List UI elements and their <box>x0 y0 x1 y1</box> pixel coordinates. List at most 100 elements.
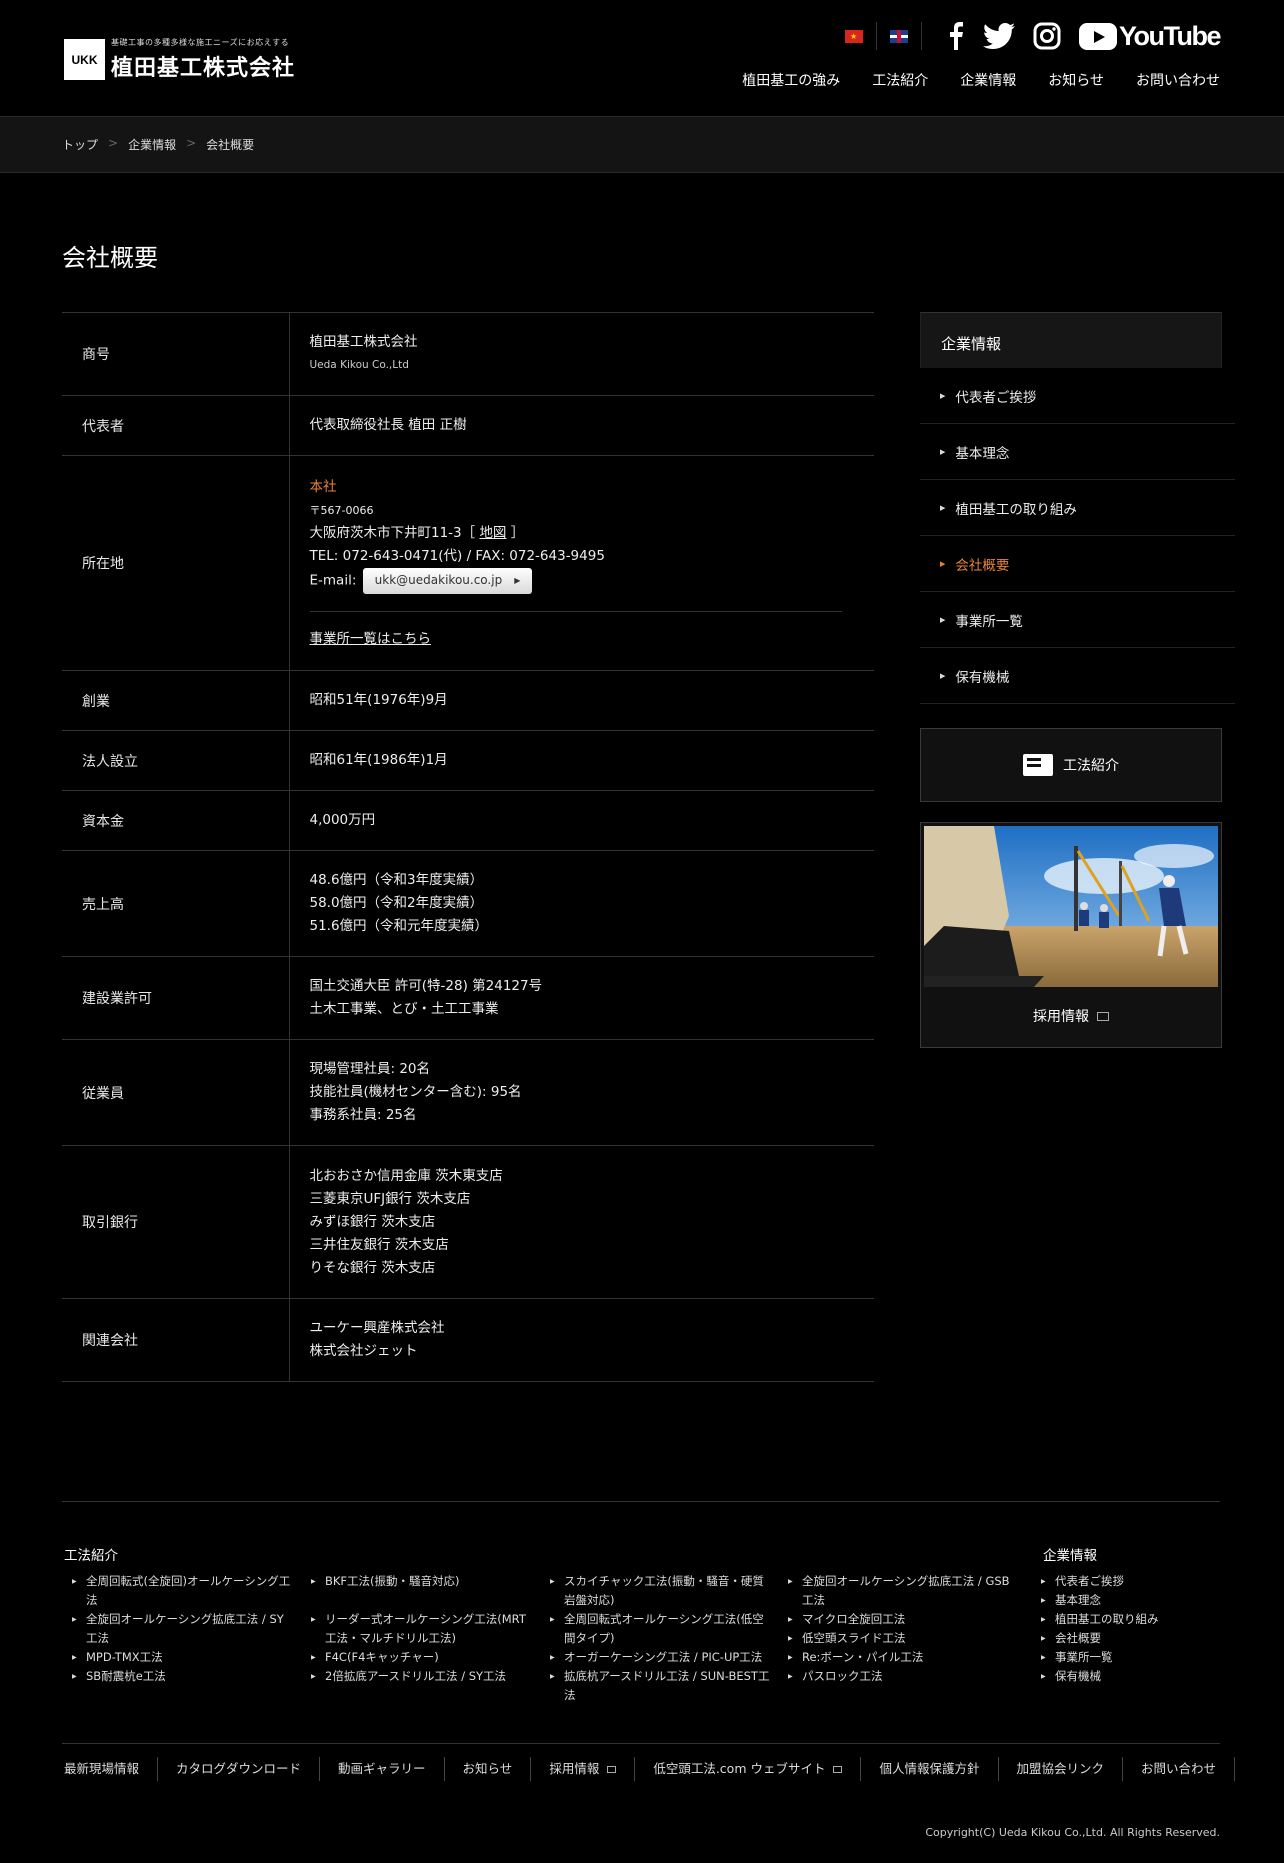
catalog-icon <box>1023 754 1053 776</box>
bank-line: みずほ銀行 茨木支店 <box>309 1213 436 1230</box>
triangle-right-icon: ▶ <box>1041 1578 1046 1585</box>
triangle-right-icon: ▶ <box>550 1673 555 1680</box>
footer-methods-col-1: ▶ 全周回転式(全旋回)オールケーシング工法 ▶ 全旋回オールケーシング拡底工法 /… <box>64 1572 292 1686</box>
youtube-logo[interactable]: YouTube <box>1079 21 1221 52</box>
instagram-icon[interactable] <box>1033 22 1061 50</box>
sidebar-item-label: 保有機械 <box>955 669 1010 686</box>
triangle-right-icon: ▶ <box>311 1654 316 1661</box>
methods-banner[interactable]: 工法紹介 <box>920 728 1222 802</box>
footer-method-link[interactable]: ▶ MPD-TMX工法 <box>64 1648 292 1667</box>
triangle-right-icon: ▶ <box>311 1673 316 1680</box>
footer-link-low-head[interactable]: 低空頭工法.com ウェブサイト <box>635 1757 862 1781</box>
sidebar-item-offices[interactable]: ▶ 事業所一覧 <box>920 592 1235 648</box>
triangle-right-icon: ▶ <box>311 1578 316 1585</box>
triangle-right-icon: ▶ <box>72 1654 77 1661</box>
footer-link-news[interactable]: お知らせ <box>445 1757 532 1781</box>
address: 大阪府茨木市下井町11-3［ <box>309 524 476 541</box>
footer-link-video[interactable]: 動画ギャラリー <box>320 1757 445 1781</box>
global-nav: 植田基工の強み 工法紹介 企業情報 お知らせ お問い合わせ <box>710 70 1220 90</box>
nav-contact[interactable]: お問い合わせ <box>1136 70 1220 90</box>
footer-company-link[interactable]: ▶ 代表者ご挨拶 <box>1033 1572 1213 1591</box>
footer-link-recruit[interactable]: 採用情報 <box>531 1757 636 1781</box>
row-label: 資本金 <box>62 790 290 851</box>
table-row: 商号 植田基工株式会社 Ueda Kikou Co.,Ltd <box>62 312 874 396</box>
footer-link-associations[interactable]: 加盟協会リンク <box>999 1757 1124 1781</box>
triangle-right-icon: ▶ <box>1041 1673 1046 1680</box>
table-row: 関連会社 ユーケー興産株式会社 株式会社ジェット <box>62 1298 874 1382</box>
footer-methods-col-2: ▶ BKF工法(振動・騒音対応) ▶ リーダー式オールケーシング工法(MRT工法・マ… <box>303 1572 535 1686</box>
footer-method-link[interactable]: ▶ スカイチャック工法(振動・騒音・硬質岩盤対応) <box>542 1572 774 1610</box>
row-label: 代表者 <box>62 395 290 456</box>
footer-link-privacy[interactable]: 個人情報保護方針 <box>861 1757 999 1781</box>
license-line: 国土交通大臣 許可(特-28) 第24127号 <box>309 978 543 994</box>
footer-method-link[interactable]: ▶ 低空頭スライド工法 <box>780 1629 1012 1648</box>
footer-method-link[interactable]: ▶ SB耐震杭e工法 <box>64 1667 292 1686</box>
nav-company[interactable]: 企業情報 <box>960 70 1016 90</box>
sidebar-item-initiatives[interactable]: ▶ 植田基工の取り組み <box>920 480 1235 536</box>
incorporated: 昭和61年(1986年)1月 <box>309 752 448 768</box>
email-button[interactable]: ukk@uedakikou.co.jp ▶ <box>362 567 533 594</box>
site-header: UKK 基礎工事の多種多様な施工ニーズにお応えする 植田基工株式会社 YouTu… <box>0 0 1284 117</box>
logo-name: 植田基工株式会社 <box>111 56 296 81</box>
footer-method-link[interactable]: ▶ 全周回転式オールケーシング工法(低空間タイプ) <box>542 1610 774 1648</box>
sidebar-item-greeting[interactable]: ▶ 代表者ご挨拶 <box>920 368 1235 424</box>
triangle-right-icon: ▶ <box>72 1673 77 1680</box>
footer-company-link[interactable]: ▶ 事業所一覧 <box>1033 1648 1213 1667</box>
table-row: 創業 昭和51年(1976年)9月 <box>62 670 874 731</box>
breadcrumb: トップ > 企業情報 > 会社概要 <box>62 136 254 153</box>
bank-line: りそな銀行 茨木支店 <box>309 1259 436 1276</box>
methods-banner-label: 工法紹介 <box>1063 758 1119 774</box>
sales-line: 58.0億円（令和2年度実績） <box>309 895 484 911</box>
triangle-right-icon: ▶ <box>788 1616 793 1623</box>
footer-method-link[interactable]: ▶ F4C(F4キャッチャー) <box>303 1648 535 1667</box>
footer-method-link[interactable]: ▶ BKF工法(振動・騒音対応) <box>303 1572 535 1591</box>
recruit-banner[interactable]: 採用情報 <box>920 822 1222 1048</box>
footer-company-link[interactable]: ▶ 基本理念 <box>1033 1591 1213 1610</box>
breadcrumb-top[interactable]: トップ <box>62 136 98 153</box>
nav-methods[interactable]: 工法紹介 <box>872 70 928 90</box>
footer-link-site-info[interactable]: 最新現場情報 <box>64 1757 159 1781</box>
nav-strengths[interactable]: 植田基工の強み <box>742 70 840 90</box>
footer-company-link[interactable]: ▶ 植田基工の取り組み <box>1033 1610 1213 1629</box>
triangle-right-icon: ▶ <box>1041 1597 1046 1604</box>
twitter-icon[interactable] <box>983 23 1016 49</box>
triangle-right-icon: ▶ <box>940 615 946 624</box>
footer-method-link[interactable]: ▶ 全旋回オールケーシング拡底工法 / SY工法 <box>64 1610 292 1648</box>
representative: 代表取締役社長 植田 正樹 <box>309 417 467 433</box>
footer-method-link[interactable]: ▶ リーダー式オールケーシング工法(MRT工法・マルチドリル工法) <box>303 1610 535 1648</box>
footer-methods-title: 工法紹介 <box>64 1548 118 1564</box>
footer-method-link[interactable]: ▶ マイクロ全旋回工法 <box>780 1610 1012 1629</box>
offices-link[interactable]: 事業所一覧はこちら <box>310 631 432 647</box>
vietnamese-flag-icon[interactable] <box>845 29 864 43</box>
sidebar-item-philosophy[interactable]: ▶ 基本理念 <box>920 424 1235 480</box>
email-label: E-mail: <box>309 572 357 588</box>
footer-method-link[interactable]: ▶ 拡底杭アースドリル工法 / SUN-BEST工法 <box>542 1667 774 1705</box>
sidebar-item-machinery[interactable]: ▶ 保有機械 <box>920 648 1235 704</box>
row-label: 建設業許可 <box>62 956 290 1040</box>
footer-method-link[interactable]: ▶ オーガーケーシング工法 / PIC-UP工法 <box>542 1648 774 1667</box>
footer-method-link[interactable]: ▶ パスロック工法 <box>780 1667 1012 1686</box>
sidebar-item-label: 代表者ご挨拶 <box>955 389 1037 406</box>
footer-link-catalog[interactable]: カタログダウンロード <box>158 1757 321 1781</box>
english-flag-icon[interactable] <box>890 29 909 43</box>
sales-line: 48.6億円（令和3年度実績） <box>309 872 484 888</box>
footer-method-link[interactable]: ▶ 全周回転式(全旋回)オールケーシング工法 <box>64 1572 292 1610</box>
footer-company-link[interactable]: ▶ 保有機械 <box>1033 1667 1213 1686</box>
triangle-right-icon: ▶ <box>72 1616 77 1623</box>
sidebar-item-label: 植田基工の取り組み <box>955 501 1077 518</box>
sidebar-item-overview[interactable]: ▶ 会社概要 <box>920 536 1235 592</box>
footer-method-link[interactable]: ▶ 2倍拡底アースドリル工法 / SY工法 <box>303 1667 535 1686</box>
footer-link-contact[interactable]: お問い合わせ <box>1123 1757 1236 1781</box>
footer-method-link[interactable]: ▶ 全旋回オールケーシング拡底工法 / GSB工法 <box>780 1572 1012 1610</box>
footer-company-link[interactable]: ▶ 会社概要 <box>1033 1629 1213 1648</box>
footer-company-col: ▶ 代表者ご挨拶 ▶ 基本理念 ▶ 植田基工の取り組み ▶ 会社概要 ▶ 事業所一覧 ▶ 保… <box>1033 1572 1213 1686</box>
table-row: 資本金 4,000万円 <box>62 790 874 851</box>
map-link[interactable]: 地図 <box>479 525 506 541</box>
footer-method-link[interactable]: ▶ Re:ボーン・パイル工法 <box>780 1648 1012 1667</box>
footer-methods-col-4: ▶ 全旋回オールケーシング拡底工法 / GSB工法 ▶ マイクロ全旋回工法 ▶ 低空頭… <box>780 1572 1012 1686</box>
employees-line: 技能社員(機材センター含む): 95名 <box>309 1084 522 1100</box>
site-logo[interactable]: UKK 基礎工事の多種多様な施工ニーズにお応えする 植田基工株式会社 <box>64 37 295 82</box>
facebook-icon[interactable] <box>949 22 964 50</box>
nav-news[interactable]: お知らせ <box>1048 70 1104 90</box>
breadcrumb-company[interactable]: 企業情報 <box>128 136 176 153</box>
